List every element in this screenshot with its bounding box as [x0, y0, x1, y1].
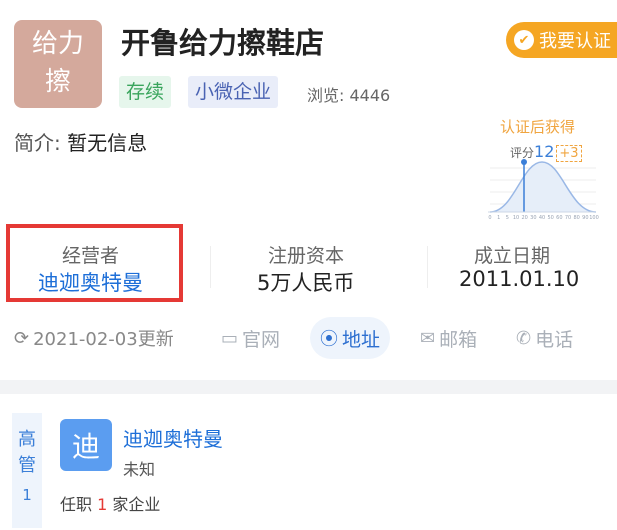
monitor-icon: ▭	[221, 327, 239, 349]
score-axis-tick: 30	[530, 215, 536, 220]
executives-tab[interactable]: 高 管 1	[12, 413, 42, 528]
phone-icon: ✆	[516, 327, 532, 349]
score-axis-tick: 0	[488, 215, 491, 220]
stat-operator-value[interactable]: 迪迦奥特曼	[38, 267, 143, 297]
stat-divider	[210, 246, 211, 288]
views-value: 4446	[349, 86, 391, 105]
address-label: 地址	[342, 328, 381, 351]
score-axis-tick: 40	[539, 215, 545, 220]
website-button[interactable]: ▭ 官网	[221, 317, 280, 359]
tenure-prefix: 任职	[60, 495, 93, 514]
address-button[interactable]: ⦿ 地址	[310, 317, 391, 359]
score-axis-tick: 70	[565, 215, 571, 220]
section-divider	[0, 380, 617, 394]
intro-value: 暂无信息	[67, 131, 148, 155]
stat-divider	[427, 246, 428, 288]
executive-name[interactable]: 迪迦奥特曼	[123, 423, 223, 452]
mail-icon: ✉	[420, 327, 436, 349]
executives-tab-char-1: 高	[18, 429, 36, 450]
stat-capital-label: 注册资本	[268, 245, 345, 267]
score-axis-tick: 20	[521, 215, 527, 220]
location-pin-icon: ⦿	[320, 329, 338, 350]
company-type-tag: 小微企业	[188, 76, 279, 108]
refresh-icon: ⟳	[14, 327, 30, 349]
stat-founded-label: 成立日期	[474, 245, 551, 267]
stat-founded-value: 2011.01.10	[459, 267, 580, 291]
company-logo: 给力 擦	[14, 20, 102, 108]
certify-label: 我要认证	[539, 31, 611, 52]
website-label: 官网	[242, 328, 281, 351]
executives-count: 1	[22, 486, 32, 505]
views-label: 浏览:	[307, 86, 345, 105]
tenure-suffix: 家企业	[112, 495, 161, 514]
logo-text-line2: 擦	[44, 67, 71, 97]
check-icon: ✔	[514, 30, 534, 50]
executive-role: 未知	[123, 460, 156, 479]
score-axis-tick: 50	[547, 215, 553, 220]
intro-label: 简介:	[14, 131, 61, 155]
score-axis-tick: 1	[497, 215, 500, 220]
views-count: 浏览: 4446	[307, 82, 390, 106]
phone-button[interactable]: ✆ 电话	[516, 317, 573, 359]
score-card-title: 认证后获得	[500, 118, 576, 136]
score-distribution-chart: 0 1 5 10 20 30 40 50 60 70 80 90 100	[488, 159, 599, 220]
tenure-count: 1	[97, 495, 108, 514]
refresh-update-button[interactable]: ⟳ 2021-02-03更新	[14, 317, 174, 359]
score-axis-tick: 5	[506, 215, 509, 220]
executives-tab-char-2: 管	[18, 455, 36, 477]
email-label: 邮箱	[439, 328, 478, 351]
score-axis-tick: 100	[589, 215, 599, 220]
score-card[interactable]: 认证后获得 评分12 +3 0 1 5 10 20 30 40 50 60 70 80 90 100	[484, 114, 600, 220]
executive-tenure[interactable]: 任职 1 家企业	[60, 491, 160, 515]
score-axis-tick: 60	[556, 215, 562, 220]
score-axis-tick: 90	[582, 215, 588, 220]
stat-operator-label: 经营者	[62, 245, 120, 267]
phone-label: 电话	[535, 328, 574, 351]
status-tag: 存续	[119, 76, 172, 108]
score-marker-dot	[521, 159, 527, 165]
score-axis-tick: 10	[513, 215, 519, 220]
logo-text-line1: 给力	[31, 29, 84, 60]
company-name: 开鲁给力擦鞋店	[121, 26, 325, 60]
company-intro: 简介: 暂无信息	[14, 127, 147, 156]
avatar[interactable]: 迪	[60, 419, 112, 471]
update-date: 2021-02-03更新	[33, 329, 174, 350]
stat-capital-value: 5万人民币	[257, 271, 355, 295]
score-axis-tick: 80	[573, 215, 579, 220]
certify-button[interactable]: ✔ 我要认证	[506, 22, 617, 58]
email-button[interactable]: ✉ 邮箱	[420, 317, 477, 359]
